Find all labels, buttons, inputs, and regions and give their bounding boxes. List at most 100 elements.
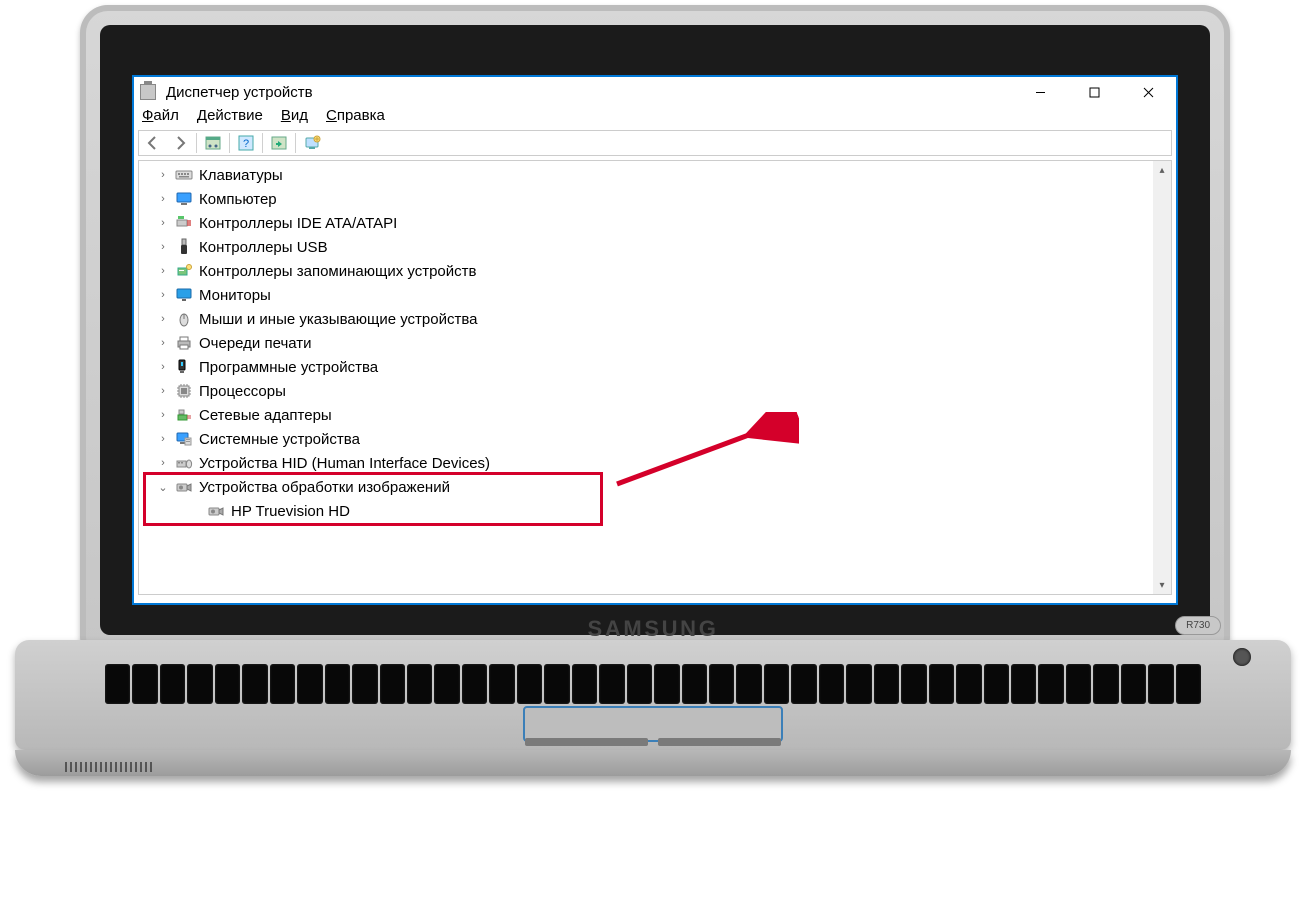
cpu-icon bbox=[175, 382, 193, 400]
tree-item-label: Программные устройства bbox=[199, 359, 378, 376]
toolbar-separator bbox=[196, 133, 197, 153]
tree-item-label: Очереди печати bbox=[199, 335, 312, 352]
printer-icon bbox=[175, 334, 193, 352]
trackpad bbox=[523, 706, 783, 742]
help-button[interactable]: ? bbox=[234, 132, 258, 154]
tree-item-label: Системные устройства bbox=[199, 431, 360, 448]
chevron-down-icon[interactable]: ⌄ bbox=[157, 481, 169, 494]
close-button[interactable] bbox=[1126, 77, 1170, 107]
tree-item[interactable]: › Мыши и иные указывающие устройства bbox=[139, 307, 1153, 331]
tree-item[interactable]: › Системные устройства bbox=[139, 427, 1153, 451]
laptop-base: SAMSUNG R730 bbox=[15, 640, 1291, 750]
toolbar-separator bbox=[229, 133, 230, 153]
tree-item-label: Устройства обработки изображений bbox=[199, 479, 450, 496]
device-tree-panel: › Клавиатуры › Компьютер › Контроллеры IDE AT… bbox=[138, 160, 1172, 595]
title-bar: Диспетчер устройств bbox=[134, 77, 1176, 107]
tree-item-label: Контроллеры IDE ATA/ATAPI bbox=[199, 215, 397, 232]
chevron-right-icon[interactable]: › bbox=[157, 265, 169, 277]
power-button-icon bbox=[1233, 648, 1251, 666]
tree-item-label: Мониторы bbox=[199, 287, 271, 304]
tree-item[interactable]: › Контроллеры запоминающих устройств bbox=[139, 259, 1153, 283]
camera-icon bbox=[175, 478, 193, 496]
device-manager-window: Диспетчер устройств Файл Дейст bbox=[134, 77, 1176, 603]
monitor-icon bbox=[175, 190, 193, 208]
device-tree[interactable]: › Клавиатуры › Компьютер › Контроллеры IDE AT… bbox=[139, 161, 1153, 594]
chevron-right-icon[interactable]: › bbox=[157, 361, 169, 373]
laptop-brand: SAMSUNG bbox=[588, 616, 719, 642]
toolbar-separator bbox=[262, 133, 263, 153]
tree-child-item[interactable]: HP Truevision HD bbox=[139, 499, 1153, 523]
display-icon bbox=[175, 286, 193, 304]
tree-item-label: HP Truevision HD bbox=[231, 503, 350, 520]
laptop-model-badge: R730 bbox=[1175, 616, 1221, 635]
tree-item-label: Процессоры bbox=[199, 383, 286, 400]
toolbar: ? bbox=[138, 130, 1172, 156]
screen: Диспетчер устройств Файл Дейст bbox=[132, 75, 1178, 605]
tree-item-label: Контроллеры запоминающих устройств bbox=[199, 263, 476, 280]
tree-item[interactable]: › Очереди печати bbox=[139, 331, 1153, 355]
maximize-button[interactable] bbox=[1072, 77, 1116, 107]
tree-item-label: Компьютер bbox=[199, 191, 277, 208]
tree-item[interactable]: › Контроллеры IDE ATA/ATAPI bbox=[139, 211, 1153, 235]
window-title: Диспетчер устройств bbox=[166, 84, 1008, 101]
menu-file[interactable]: Файл bbox=[142, 107, 179, 124]
tree-item-label: Мыши и иные указывающие устройства bbox=[199, 311, 477, 328]
app-icon bbox=[140, 84, 156, 100]
nav-back-button[interactable] bbox=[141, 132, 165, 154]
chevron-right-icon[interactable]: › bbox=[157, 433, 169, 445]
menu-bar: Файл Действие Вид Справка bbox=[134, 107, 1176, 128]
tree-item[interactable]: › Программные устройства bbox=[139, 355, 1153, 379]
chevron-right-icon[interactable]: › bbox=[157, 193, 169, 205]
menu-action[interactable]: Действие bbox=[197, 107, 263, 124]
scroll-up-button[interactable]: ▴ bbox=[1153, 161, 1171, 179]
laptop-lid: DIGITAL LIVECAM Диспетчер устройств bbox=[80, 5, 1230, 655]
tree-item-label: Устройства HID (Human Interface Devices) bbox=[199, 455, 490, 472]
mouse-icon bbox=[175, 310, 193, 328]
properties-button[interactable] bbox=[201, 132, 225, 154]
chevron-right-icon[interactable]: › bbox=[157, 241, 169, 253]
hid-icon bbox=[175, 454, 193, 472]
toolbar-container: ? bbox=[134, 128, 1176, 158]
toolbar-separator bbox=[295, 133, 296, 153]
scroll-down-button[interactable]: ▾ bbox=[1153, 576, 1171, 594]
chevron-right-icon[interactable]: › bbox=[157, 409, 169, 421]
vent-icon bbox=[65, 762, 155, 772]
tree-item-label: Сетевые адаптеры bbox=[199, 407, 332, 424]
laptop-front-edge bbox=[15, 750, 1291, 776]
tree-item[interactable]: › Устройства HID (Human Interface Devices… bbox=[139, 451, 1153, 475]
show-hidden-button[interactable] bbox=[300, 132, 324, 154]
camera-icon bbox=[207, 502, 225, 520]
usb-icon bbox=[175, 238, 193, 256]
scan-hardware-button[interactable] bbox=[267, 132, 291, 154]
tree-item-label: Клавиатуры bbox=[199, 167, 283, 184]
chevron-right-icon[interactable]: › bbox=[157, 169, 169, 181]
keyboard-icon bbox=[175, 166, 193, 184]
chevron-right-icon[interactable]: › bbox=[157, 217, 169, 229]
nav-forward-button[interactable] bbox=[168, 132, 192, 154]
tree-item[interactable]: › Клавиатуры bbox=[139, 163, 1153, 187]
ide-icon bbox=[175, 214, 193, 232]
keyboard bbox=[105, 664, 1201, 704]
chevron-right-icon[interactable]: › bbox=[157, 337, 169, 349]
menu-view[interactable]: Вид bbox=[281, 107, 308, 124]
network-icon bbox=[175, 406, 193, 424]
menu-help[interactable]: Справка bbox=[326, 107, 385, 124]
chevron-right-icon[interactable]: › bbox=[157, 457, 169, 469]
system-icon bbox=[175, 430, 193, 448]
screen-bezel: Диспетчер устройств Файл Дейст bbox=[100, 25, 1210, 635]
tree-item[interactable]: ⌄ Устройства обработки изображений bbox=[139, 475, 1153, 499]
chevron-right-icon[interactable]: › bbox=[157, 289, 169, 301]
svg-text:?: ? bbox=[243, 138, 249, 150]
tree-item[interactable]: › Сетевые адаптеры bbox=[139, 403, 1153, 427]
chevron-right-icon[interactable]: › bbox=[157, 313, 169, 325]
chevron-right-icon[interactable]: › bbox=[157, 385, 169, 397]
tree-item[interactable]: › Контроллеры USB bbox=[139, 235, 1153, 259]
storage-icon bbox=[175, 262, 193, 280]
tree-item[interactable]: › Процессоры bbox=[139, 379, 1153, 403]
minimize-button[interactable] bbox=[1018, 77, 1062, 107]
tree-item[interactable]: › Мониторы bbox=[139, 283, 1153, 307]
tree-item-label: Контроллеры USB bbox=[199, 239, 328, 256]
tree-item[interactable]: › Компьютер bbox=[139, 187, 1153, 211]
vertical-scrollbar[interactable]: ▴ ▾ bbox=[1153, 161, 1171, 594]
software-icon bbox=[175, 358, 193, 376]
